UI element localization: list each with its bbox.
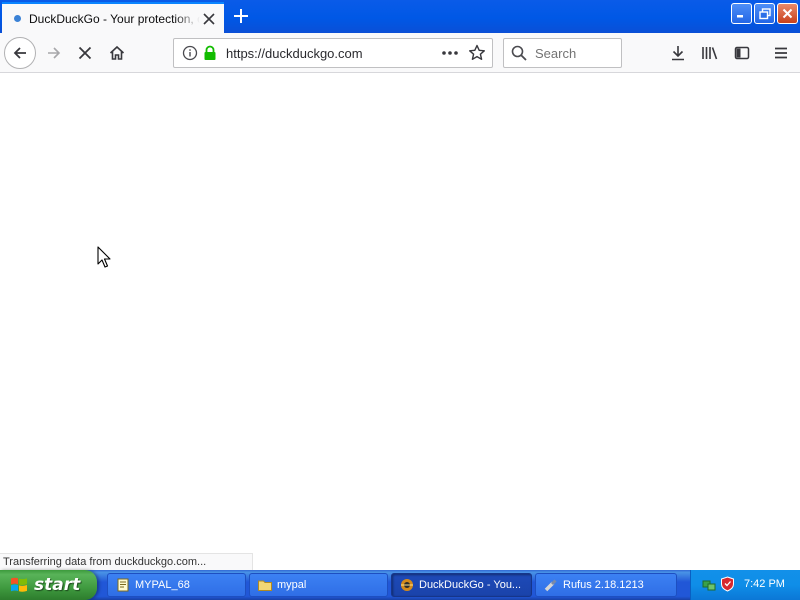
library-button[interactable] xyxy=(694,37,726,69)
search-input[interactable] xyxy=(535,45,615,61)
tab-duckduckgo[interactable]: DuckDuckGo - Your protection, our priori… xyxy=(2,2,224,33)
taskbar-item-mypal68[interactable]: MYPAL_68 xyxy=(107,573,246,597)
forward-arrow-icon xyxy=(48,47,61,59)
back-arrow-icon xyxy=(13,47,26,59)
status-panel: Transferring data from duckduckgo.com... xyxy=(0,553,253,570)
new-tab-button[interactable] xyxy=(228,4,254,28)
search-icon xyxy=(511,45,527,64)
site-info-icon[interactable] xyxy=(182,45,198,64)
start-label: start xyxy=(34,575,81,595)
url-text[interactable]: https://duckduckgo.com xyxy=(226,46,363,61)
system-tray: 7:42 PM xyxy=(690,570,800,600)
hamburger-menu-icon xyxy=(775,47,787,59)
close-icon xyxy=(782,8,793,19)
restore-icon xyxy=(758,7,771,19)
tab-title: DuckDuckGo - Your protection, our priori… xyxy=(29,11,200,26)
page-content[interactable] xyxy=(0,74,800,570)
lock-icon[interactable] xyxy=(203,45,217,64)
windows-logo-icon xyxy=(11,577,27,592)
page-actions-icon[interactable] xyxy=(441,44,459,65)
address-bar[interactable]: https://duckduckgo.com xyxy=(173,38,493,68)
security-shield-icon[interactable] xyxy=(720,576,735,595)
taskbar-item-label: MYPAL_68 xyxy=(135,579,190,591)
tab-strip: DuckDuckGo - Your protection, our priori… xyxy=(0,0,800,33)
search-bar[interactable] xyxy=(503,38,622,68)
mouse-cursor-icon xyxy=(97,246,111,273)
text-file-icon xyxy=(116,578,130,592)
taskbar-item-label: DuckDuckGo - You... xyxy=(419,579,522,591)
taskbar-item-label: Rufus 2.18.1213 xyxy=(563,579,644,591)
start-button[interactable]: start xyxy=(0,570,97,600)
download-icon xyxy=(672,46,684,61)
taskbar-item-label: mypal xyxy=(277,579,307,591)
menu-button[interactable] xyxy=(765,37,797,69)
minimize-icon xyxy=(737,15,743,18)
bookmark-star-icon[interactable] xyxy=(468,44,486,65)
sidebar-button[interactable] xyxy=(726,37,758,69)
home-icon xyxy=(109,45,125,60)
tab-close-icon[interactable] xyxy=(200,10,218,28)
taskbar-item-duckduckgo[interactable]: DuckDuckGo - You... xyxy=(391,573,532,597)
network-icon[interactable] xyxy=(702,577,717,595)
usb-drive-icon xyxy=(544,578,558,592)
navigation-toolbar: https://duckduckgo.com xyxy=(0,33,800,73)
downloads-button[interactable] xyxy=(662,37,694,69)
back-button[interactable] xyxy=(4,37,36,69)
taskbar-item-mypal-folder[interactable]: mypal xyxy=(249,573,388,597)
clock[interactable]: 7:42 PM xyxy=(744,578,785,590)
plus-icon xyxy=(234,9,248,23)
duckduckgo-favicon-icon xyxy=(14,15,21,22)
minimize-button[interactable] xyxy=(731,3,752,24)
stop-button[interactable] xyxy=(69,37,101,69)
home-button[interactable] xyxy=(101,37,133,69)
close-window-button[interactable] xyxy=(777,3,798,24)
restore-button[interactable] xyxy=(754,3,775,24)
library-icon xyxy=(702,47,718,60)
mypal-browser-icon xyxy=(400,578,414,592)
folder-icon xyxy=(258,578,272,592)
taskbar-item-rufus[interactable]: Rufus 2.18.1213 xyxy=(535,573,677,597)
sidebar-icon xyxy=(734,46,750,60)
taskbar: start MYPAL_68 mypal DuckDuckGo - You...… xyxy=(0,570,800,600)
stop-icon xyxy=(78,46,92,60)
forward-button[interactable] xyxy=(38,37,70,69)
